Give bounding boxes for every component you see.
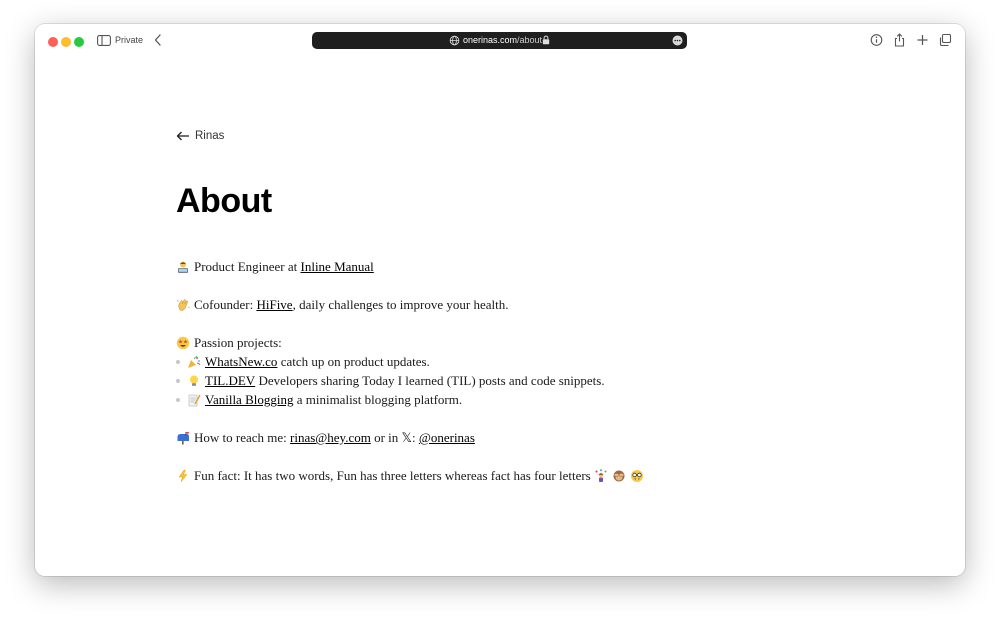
list-item: TIL.DEV Developers sharing Today I learn… [176,372,605,389]
sidebar-toggle-icon[interactable] [97,35,111,46]
x-handle-link[interactable]: @onerinas [419,429,475,446]
passion-heading-line: Passion projects: [176,334,282,351]
page-title: About [176,182,272,220]
back-link-label: Rinas [195,130,225,142]
light-bulb-emoji-icon [190,375,198,386]
party-popper-emoji-icon [188,355,201,368]
browser-toolbar: Private onerinas.com/about [35,24,965,58]
contact-middle: or in 𝕏: [370,430,419,445]
tab-overview-icon[interactable] [939,33,952,47]
technologist-emoji-icon [178,261,188,273]
lock-icon [542,35,550,45]
waving-hand-emoji-icon [176,298,190,311]
mailbox-emoji-icon [177,431,189,444]
globe-icon [449,35,460,46]
address-bar[interactable]: onerinas.com/about [312,32,687,49]
back-link[interactable]: Rinas [176,128,224,144]
share-icon[interactable] [893,33,906,47]
star-struck-emoji-icon [176,336,190,349]
contact-line: How to reach me: rinas@hey.com or in 𝕏: … [176,429,475,446]
vanilla-blogging-description: a minimalist blogging platform. [293,392,463,407]
woman-juggling-emoji-icon [595,468,607,482]
browser-window: Private onerinas.com/about Rinas About P… [35,24,965,576]
cofounder-prefix: Cofounder: [194,297,257,312]
vanilla-blogging-link[interactable]: Vanilla Blogging [205,391,293,408]
list-item: Vanilla Blogging a minimalist blogging p… [176,391,462,408]
til-dev-link[interactable]: TIL.DEV [205,372,255,389]
whatsnew-link[interactable]: WhatsNew.co [205,353,277,370]
cofounder-line: Cofounder: HiFive , daily challenges to … [176,296,508,313]
memo-emoji-icon [188,394,201,406]
bullet-dot [176,378,180,383]
passion-heading: Passion projects: [194,335,282,350]
cofounder-suffix: , daily challenges to improve your healt… [292,297,509,312]
url-path: /about [517,35,543,45]
fun-fact-line: Fun fact: It has two words, Fun has thre… [176,467,648,484]
role-line: Product Engineer at Inline Manual [176,258,374,275]
hifive-link[interactable]: HiFive [256,296,292,313]
new-tab-icon[interactable] [916,33,929,47]
minimize-window-button[interactable] [61,37,71,47]
zoom-window-button[interactable] [74,37,84,47]
bullet-dot [176,359,180,364]
email-link[interactable]: rinas@hey.com [290,429,371,446]
nerd-face-emoji-icon [631,469,643,482]
contact-prefix: How to reach me: [194,430,291,445]
private-mode-label: Private [115,35,144,45]
url-host: onerinas.com [463,35,518,45]
bullet-dot [176,397,180,402]
whatsnew-description: catch up on product updates. [277,354,430,369]
info-icon[interactable] [870,33,883,47]
more-options-icon[interactable] [672,35,683,46]
til-dev-description: Developers sharing Today I learned (TIL)… [255,373,605,388]
back-arrow-icon[interactable] [153,33,163,47]
list-item: WhatsNew.co catch up on product updates. [176,353,430,370]
see-no-evil-monkey-emoji-icon [613,470,625,481]
inline-manual-link[interactable]: Inline Manual [301,258,374,275]
arrow-left-icon [176,131,189,141]
role-prefix: Product Engineer at [194,259,301,274]
page-content: Rinas About Product Engineer at Inline M… [35,58,965,576]
url-text: onerinas.com/about [463,35,542,45]
fun-fact-text: Fun fact: It has two words, Fun has thre… [194,468,591,483]
close-window-button[interactable] [48,37,58,47]
high-voltage-emoji-icon [178,469,188,482]
